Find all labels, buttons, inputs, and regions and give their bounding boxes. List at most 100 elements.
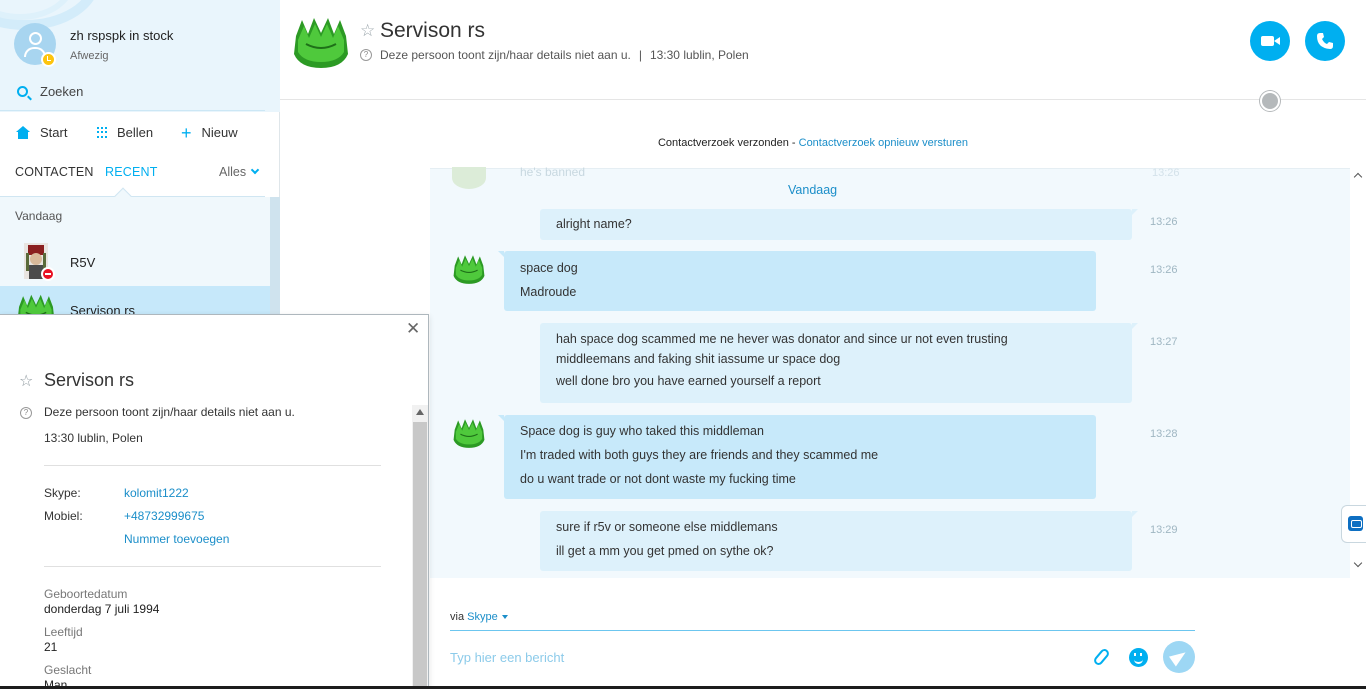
close-icon[interactable]: ✕ — [406, 320, 420, 337]
nav-start-button[interactable]: Start — [16, 125, 67, 140]
caret-down-icon — [501, 615, 508, 619]
contact-name: R5V — [70, 255, 96, 270]
incoming-message[interactable]: Space dog is guy who taked this middlema… — [498, 415, 1096, 499]
message-time: 13:27 — [1150, 336, 1178, 348]
teamviewer-icon — [1348, 516, 1363, 531]
chevron-down-icon[interactable] — [1353, 558, 1363, 568]
via-skype-link[interactable]: Skype — [467, 611, 498, 623]
mobile-number-link[interactable]: +48732999675 — [124, 509, 204, 523]
privacy-notice: Deze persoon toont zijn/haar details nie… — [380, 48, 631, 62]
mobile-label: Mobiel: — [44, 509, 83, 523]
contact-profile-popup: ✕ ☆ Servison rs ? Deze persoon toont zij… — [0, 314, 429, 689]
message-avatar — [452, 253, 486, 285]
divider — [0, 110, 265, 111]
info-separator: | — [638, 48, 642, 62]
profile-name[interactable]: zh rspspk in stock — [70, 28, 173, 43]
list-item[interactable]: R5V — [0, 238, 270, 286]
faded-message: he's banned — [520, 165, 586, 179]
sidebar-nav: Start Bellen + Nieuw — [0, 121, 265, 145]
divider — [44, 566, 381, 567]
sidebar-scrollbar[interactable] — [270, 197, 280, 317]
privacy-notice: Deze persoon toont zijn/haar details nie… — [44, 405, 295, 419]
message-avatar — [452, 417, 486, 449]
message-input[interactable] — [450, 645, 1070, 669]
message-line: sure if r5v or someone else middlemans — [556, 520, 778, 534]
message-line: hah space dog scammed me ne hever was do… — [556, 332, 1008, 346]
message-time: 13:26 — [1150, 216, 1178, 228]
teamviewer-tab[interactable] — [1341, 505, 1366, 543]
tab-recent[interactable]: RECENT — [105, 165, 158, 179]
age-caption: Leeftijd — [44, 625, 83, 639]
dialpad-icon — [97, 126, 107, 139]
filter-label: Alles — [219, 165, 247, 179]
resend-request-link[interactable]: Contactverzoek opnieuw versturen — [799, 137, 968, 149]
chevron-up-icon[interactable] — [416, 409, 424, 415]
home-icon — [16, 126, 30, 139]
outgoing-message[interactable]: alright name? — [540, 209, 1138, 240]
emoji-icon[interactable] — [1129, 648, 1148, 667]
away-status-icon — [41, 52, 56, 67]
add-number-link[interactable]: Nummer toevoegen — [124, 532, 229, 546]
sidebar-tabs: CONTACTEN RECENT Alles — [0, 160, 265, 196]
via-prefix: via — [450, 611, 465, 623]
chat-history[interactable]: he's banned 13:26 Vandaag alright name? … — [430, 165, 1350, 578]
nav-new-button[interactable]: + Nieuw — [181, 122, 238, 143]
incoming-message[interactable]: space dog Madroude — [498, 251, 1096, 311]
nav-new-label: Nieuw — [201, 125, 238, 140]
profile-name: Servison rs — [44, 370, 135, 390]
scrollbar-thumb[interactable] — [413, 422, 427, 689]
message-line: well done bro you have earned yourself a… — [556, 374, 821, 388]
gender-caption: Geslacht — [44, 663, 92, 677]
chevron-up-icon[interactable] — [1353, 172, 1363, 182]
message-line: Space dog is guy who taked this middlema… — [520, 424, 764, 438]
skype-label: Skype: — [44, 486, 81, 500]
section-label: Vandaag — [15, 209, 63, 223]
message-line: Madroude — [520, 285, 577, 299]
search-button[interactable]: Zoeken — [0, 79, 265, 109]
message-time: 13:26 — [1152, 167, 1180, 179]
message-time: 13:29 — [1150, 524, 1178, 536]
search-icon — [17, 86, 28, 97]
conversation-avatar[interactable] — [292, 14, 350, 70]
question-icon: ? — [360, 49, 372, 61]
video-camera-icon — [1261, 36, 1274, 46]
chevron-down-icon — [250, 165, 260, 175]
message-line: space dog — [520, 261, 578, 275]
filter-dropdown[interactable]: Alles — [219, 165, 260, 179]
divider — [44, 465, 381, 466]
phone-icon — [1317, 33, 1333, 49]
profile-status[interactable]: Afwezig — [70, 50, 109, 62]
message-line: alright name? — [556, 217, 632, 231]
paperclip-icon[interactable] — [1092, 647, 1111, 667]
send-via-selector[interactable]: via Skype — [450, 611, 508, 623]
tab-contacts[interactable]: CONTACTEN — [15, 165, 94, 179]
person-icon — [29, 32, 42, 45]
plus-icon: + — [181, 122, 192, 143]
message-avatar — [452, 167, 486, 189]
composer-divider — [450, 630, 1195, 631]
outgoing-message[interactable]: sure if r5v or someone else middlemans i… — [540, 511, 1138, 571]
birthday-value: donderdag 7 juli 1994 — [44, 602, 160, 616]
video-camera-lens — [1274, 37, 1280, 45]
outgoing-message[interactable]: hah space dog scammed me ne hever was do… — [540, 323, 1138, 403]
message-line: ill get a mm you get pmed on sythe ok? — [556, 544, 774, 558]
video-call-button[interactable] — [1250, 21, 1290, 61]
send-button[interactable] — [1163, 641, 1195, 673]
conversation-header: ☆ Servison rs ? Deze persoon toont zijn/… — [280, 0, 1366, 111]
message-time: 13:26 — [1150, 264, 1178, 276]
nav-call-label: Bellen — [117, 125, 154, 140]
local-time: 13:30 lublin, Polen — [44, 431, 143, 445]
audio-call-button[interactable] — [1305, 21, 1345, 61]
do-not-disturb-icon — [41, 267, 55, 281]
message-line: middleemans and faking shit iassume ur s… — [556, 352, 841, 366]
contact-info-line: ? Deze persoon toont zijn/haar details n… — [360, 48, 749, 62]
popup-scrollbar[interactable] — [412, 405, 428, 689]
globe-icon[interactable] — [1260, 91, 1280, 111]
favorite-star-icon[interactable]: ☆ — [19, 371, 33, 391]
skype-name-link[interactable]: kolomit1222 — [124, 486, 189, 500]
favorite-star-icon[interactable]: ☆ — [360, 21, 375, 41]
contact-request-notice: Contactverzoek verzonden - Contactverzoe… — [280, 137, 1346, 149]
local-time: 13:30 lublin, Polen — [649, 48, 749, 62]
conversation-title[interactable]: Servison rs — [380, 19, 485, 43]
nav-call-button[interactable]: Bellen — [97, 125, 153, 140]
